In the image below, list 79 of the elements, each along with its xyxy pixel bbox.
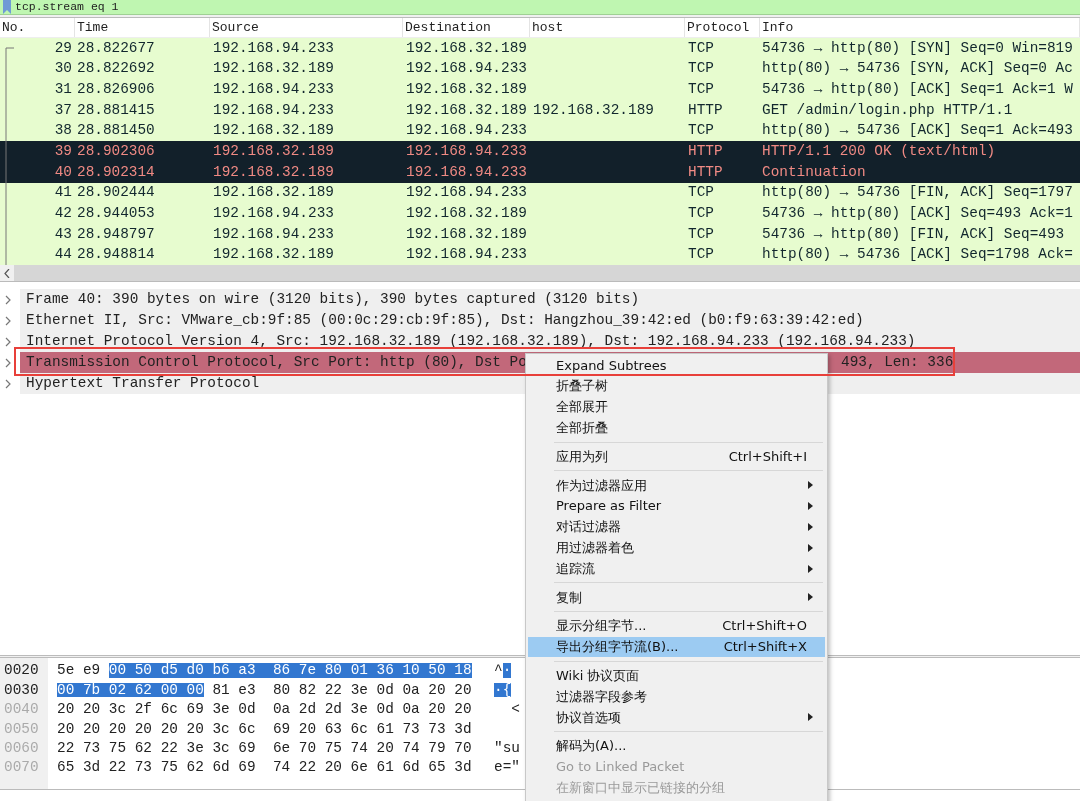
table-cell: 192.168.94.233 — [406, 184, 527, 201]
table-cell: 192.168.32.189 — [406, 205, 527, 222]
table-cell: 192.168.94.233 — [213, 101, 334, 118]
table-cell: http(80) → 54736 [ACK] Seq=1798 Ack= — [762, 246, 1073, 263]
tree-row-text: Hypertext Transfer Protocol — [26, 373, 260, 393]
table-cell: http(80) → 54736 [SYN, ACK] Seq=0 Ac — [762, 60, 1073, 77]
table-cell: 28.902444 — [77, 184, 155, 201]
table-cell: HTTP — [688, 163, 723, 180]
table-cell: 192.168.32.189 — [406, 101, 527, 118]
table-cell: 192.168.94.233 — [406, 163, 527, 180]
table-cell: 39 — [54, 143, 72, 159]
table-cell: 28.902306 — [77, 143, 155, 159]
tree-row-text: 493, Len: 336 — [841, 352, 954, 372]
table-cell: TCP — [688, 205, 714, 222]
table-cell: 192.168.32.189 — [406, 39, 527, 56]
tree-row-text: Ethernet II, Src: VMware_cb:9f:85 (00:0c:29:cb:9f:85), Dst: Hangzhou_39:42:ed (b0:f9:63:39:42:ed) — [26, 310, 864, 330]
tree-row-text: Internet Protocol Version 4, Src: 192.168.32.189 (192.168.32.189), Dst: 192.168.94.233 (192.168.94.233) — [26, 331, 916, 351]
table-cell: 192.168.94.233 — [406, 122, 527, 139]
table-cell: 37 — [54, 101, 72, 118]
table-cell: TCP — [688, 122, 714, 139]
table-cell: 54736 → http(80) [ACK] Seq=493 Ack=1 — [762, 205, 1073, 222]
table-cell: 28.881415 — [77, 101, 155, 118]
table-cell: http(80) → 54736 [FIN, ACK] Seq=1797 — [762, 184, 1073, 201]
table-cell: TCP — [688, 60, 714, 77]
table-cell: 28.822677 — [77, 39, 155, 56]
table-cell: 43 — [54, 225, 72, 242]
table-cell: 192.168.32.189 — [213, 163, 334, 180]
table-cell: GET /admin/login.php HTTP/1.1 — [762, 101, 1013, 118]
table-cell: 192.168.32.189 — [213, 60, 334, 77]
table-cell: 28.881450 — [77, 122, 155, 139]
table-cell: 54736 → http(80) [SYN] Seq=0 Win=819 — [762, 39, 1073, 56]
table-cell: TCP — [688, 80, 714, 97]
table-cell: 192.168.94.233 — [213, 39, 334, 56]
table-cell: 28.822692 — [77, 60, 155, 77]
table-cell: 192.168.94.233 — [406, 143, 527, 159]
table-cell: http(80) → 54736 [ACK] Seq=1 Ack=493 — [762, 122, 1073, 139]
table-cell: TCP — [688, 225, 714, 242]
table-cell: 40 — [54, 163, 72, 180]
table-cell: TCP — [688, 246, 714, 263]
offset-label: 0020 — [3, 663, 40, 678]
table-cell: 192.168.32.189 — [213, 184, 334, 201]
offset-label: 0040 — [3, 702, 40, 717]
table-cell: HTTP — [688, 101, 723, 118]
table-cell: 29 — [54, 39, 72, 56]
table-cell: 192.168.94.233 — [213, 80, 334, 97]
table-cell: 54736 → http(80) [FIN, ACK] Seq=493 — [762, 225, 1065, 242]
table-cell: 192.168.94.233 — [213, 225, 334, 242]
table-cell: 41 — [54, 184, 72, 201]
table-cell: 192.168.32.189 — [406, 225, 527, 242]
filter-text: tcp.stream eq 1 — [15, 1, 119, 13]
table-cell: 28.826906 — [77, 80, 155, 97]
table-cell: 28.944053 — [77, 205, 155, 222]
table-cell: 192.168.32.189 — [213, 246, 334, 263]
offset-label: 0030 — [3, 682, 40, 698]
table-cell: 192.168.94.233 — [213, 205, 334, 222]
table-cell: 30 — [54, 60, 72, 77]
table-cell: 38 — [54, 122, 72, 139]
table-cell: HTTP/1.1 200 OK (text/html) — [762, 143, 996, 159]
table-cell: 192.168.94.233 — [406, 60, 527, 77]
table-cell: 28.902314 — [77, 163, 155, 180]
offset-label: 0070 — [3, 760, 40, 775]
table-cell: Continuation — [762, 163, 866, 180]
table-cell: 42 — [54, 205, 72, 222]
table-cell: HTTP — [688, 143, 723, 159]
offset-label: 0060 — [3, 741, 40, 756]
table-cell: 28.948814 — [77, 246, 155, 263]
table-cell: 28.948797 — [77, 225, 155, 242]
table-cell: 44 — [54, 246, 72, 263]
table-cell: 192.168.32.189 — [533, 101, 654, 118]
table-cell: 192.168.32.189 — [213, 122, 334, 139]
table-cell: 192.168.94.233 — [406, 246, 527, 263]
table-cell: 31 — [54, 80, 72, 97]
table-cell: 54736 → http(80) [ACK] Seq=1 Ack=1 W — [762, 80, 1073, 97]
table-cell: TCP — [688, 184, 714, 201]
offset-label: 0050 — [3, 721, 40, 737]
table-cell: 192.168.32.189 — [406, 80, 527, 97]
table-cell: 192.168.32.189 — [213, 143, 334, 159]
table-cell: TCP — [688, 39, 714, 56]
tree-row-text: Frame 40: 390 bytes on wire (3120 bits), 390 bytes captured (3120 bits) — [26, 289, 640, 309]
